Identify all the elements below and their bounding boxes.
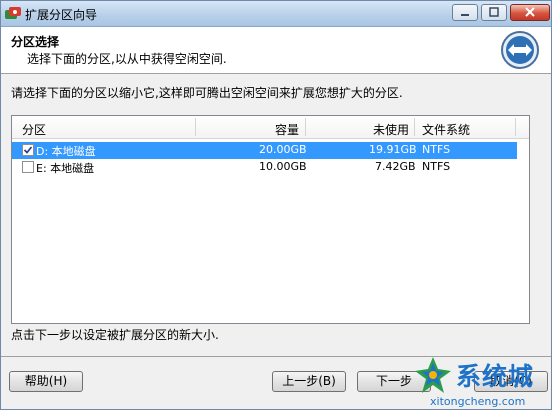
step-title: 分区选择 [11,35,60,49]
checkmark-icon [23,146,33,154]
minimize-button[interactable] [452,4,478,21]
maximize-icon [489,7,499,17]
column-free[interactable]: 未使用 [373,121,409,138]
list-header: 分区 容量 未使用 文件系统 [12,116,529,139]
partition-checkbox-d[interactable] [22,144,34,156]
minimize-icon [461,14,469,16]
watermark-logo-icon [415,357,451,393]
instruction-text: 请选择下面的分区以缩小它,这样即可腾出空闲空间来扩展您想扩大的分区. [11,86,403,100]
help-button[interactable]: 帮助(H) [9,371,83,392]
footer-note: 点击下一步以设定被扩展分区的新大小. [11,328,219,342]
column-divider[interactable] [195,118,196,136]
column-partition[interactable]: 分区 [22,121,46,138]
partition-filesystem: NTFS [422,160,451,173]
app-icon [5,7,21,19]
watermark: 系统城 xitongcheng.com [409,353,552,411]
partition-free: 19.91GB [369,143,417,156]
watermark-url: xitongcheng.com [430,395,526,408]
close-button[interactable] [510,4,550,21]
partition-name: D: 本地磁盘 [36,145,96,158]
wizard-header: 分区选择 选择下面的分区,以从中获得空闲空间. [1,27,551,74]
partition-filesystem: NTFS [422,143,451,156]
partition-capacity: 20.00GB [259,143,307,156]
column-divider[interactable] [305,118,306,136]
partition-free: 7.42GB [375,160,416,173]
back-button[interactable]: 上一步(B) [272,371,346,392]
wizard-window: 扩展分区向导 分区选择 选择下面的分区,以从中获得空闲空间. 请选择下面的分区以… [0,0,552,410]
column-capacity[interactable]: 容量 [275,121,299,138]
partition-checkbox-e[interactable] [22,161,34,173]
column-divider[interactable] [515,118,516,136]
expand-partition-icon [501,31,539,69]
maximize-button[interactable] [481,4,507,21]
partition-row-e[interactable]: E: 本地磁盘 10.00GB 7.42GB NTFS [12,159,517,176]
window-title: 扩展分区向导 [25,8,98,22]
partition-list[interactable]: 分区 容量 未使用 文件系统 D: 本地磁盘 20.00GB 19.91GB N… [11,115,530,324]
close-icon [525,7,535,17]
title-bar[interactable]: 扩展分区向导 [1,1,551,27]
column-divider[interactable] [414,118,415,136]
partition-row-d[interactable]: D: 本地磁盘 20.00GB 19.91GB NTFS [12,142,517,159]
partition-capacity: 10.00GB [259,160,307,173]
partition-name: E: 本地磁盘 [36,162,95,175]
step-subtitle: 选择下面的分区,以从中获得空闲空间. [27,52,227,66]
watermark-brand: 系统城 [456,362,535,391]
column-filesystem[interactable]: 文件系统 [422,121,470,138]
